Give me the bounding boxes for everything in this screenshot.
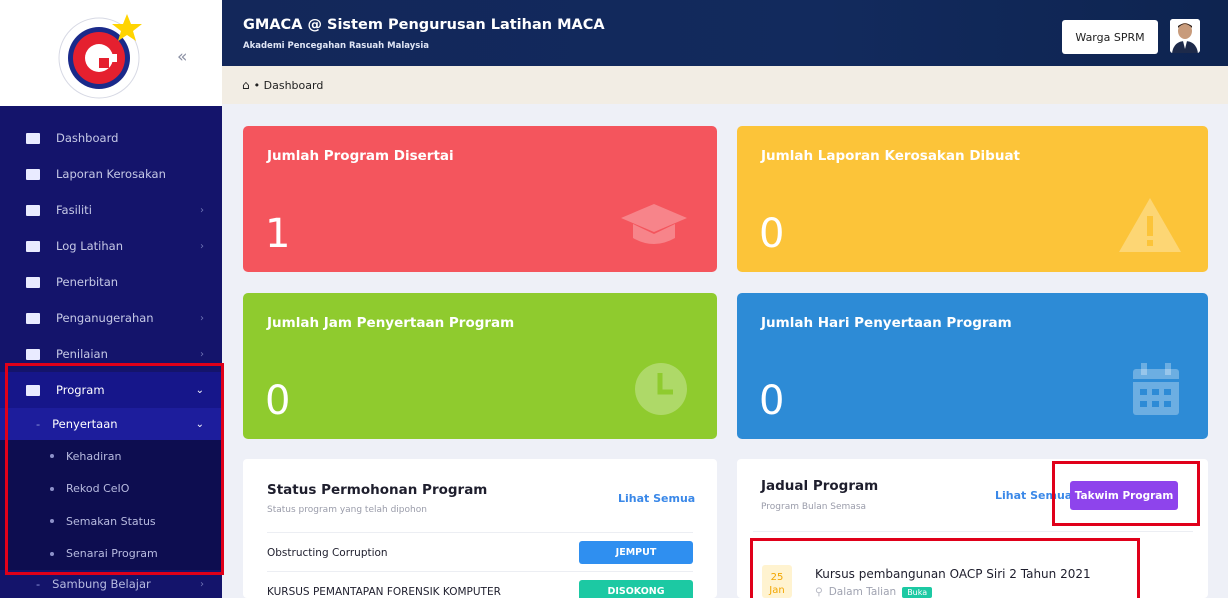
logo-area: « xyxy=(0,0,222,106)
sidebar-item-label: Dashboard xyxy=(56,131,119,145)
sidebar-item-penilaian[interactable]: Penilaian › xyxy=(0,336,222,372)
home-icon[interactable]: ⌂ xyxy=(242,78,250,92)
sidebar-subsubitem-label: Senarai Program xyxy=(66,547,158,561)
event-status-badge: Buka xyxy=(902,586,933,598)
sidebar-subsubitem-rekod-ceio[interactable]: Rekod CeIO xyxy=(0,472,222,505)
sidebar-item-label: Laporan Kerosakan xyxy=(56,167,166,181)
program-name: Obstructing Corruption xyxy=(267,547,388,559)
takwim-program-button[interactable]: Takwim Program xyxy=(1070,481,1178,510)
calendar-icon xyxy=(1133,363,1179,415)
table-row: KURSUS PEMANTAPAN FORENSIK KOMPUTER DISO… xyxy=(267,571,693,598)
avatar[interactable] xyxy=(1170,19,1200,53)
chevron-right-icon: › xyxy=(200,348,204,360)
stat-label: Jumlah Program Disertai xyxy=(267,148,454,164)
stat-value: 0 xyxy=(759,211,785,257)
status-badge: DISOKONG xyxy=(579,580,693,598)
panel-subtitle: Status program yang telah dipohon xyxy=(267,505,427,515)
bullet-icon xyxy=(50,519,54,524)
app-subtitle: Akademi Pencegahan Rasuah Malaysia xyxy=(243,41,429,51)
breadcrumb-current: Dashboard xyxy=(263,78,324,92)
folder-icon xyxy=(26,276,40,288)
event-month: Jan xyxy=(769,585,785,596)
collapse-sidebar-icon[interactable]: « xyxy=(177,47,187,67)
sidebar-item-penganugerahan[interactable]: Penganugerahan › xyxy=(0,300,222,336)
report-icon xyxy=(26,168,40,180)
sidebar-item-label: Log Latihan xyxy=(56,239,123,253)
user-button[interactable]: Warga SPRM xyxy=(1062,20,1158,54)
event-meta: ⚲ Dalam Talian Buka xyxy=(815,586,933,598)
event-date: 25 Jan xyxy=(762,565,792,598)
status-permohonan-panel: Status Permohonan Program Status program… xyxy=(243,459,717,598)
building-icon xyxy=(26,204,40,216)
maca-logo xyxy=(58,14,142,99)
dashboard-icon xyxy=(26,132,40,144)
chevron-right-icon: › xyxy=(200,240,204,252)
table-row: Obstructing Corruption JEMPUT xyxy=(267,532,693,571)
sidebar-subsubitem-semakan-status[interactable]: Semakan Status xyxy=(0,505,222,538)
stat-label: Jumlah Jam Penyertaan Program xyxy=(267,315,515,331)
users-icon xyxy=(26,312,40,324)
sidebar-item-fasiliti[interactable]: Fasiliti › xyxy=(0,192,222,228)
event-location: Dalam Talian xyxy=(828,586,897,598)
lihat-semua-link[interactable]: Lihat Semua xyxy=(995,489,1072,502)
event-title[interactable]: Kursus pembangunan OACP Siri 2 Tahun 202… xyxy=(815,567,1091,581)
chevron-right-icon: › xyxy=(200,578,204,590)
stat-value: 1 xyxy=(265,211,291,257)
sidebar-item-dashboard[interactable]: Dashboard xyxy=(0,120,222,156)
stat-label: Jumlah Hari Penyertaan Program xyxy=(761,315,1012,331)
clock-icon xyxy=(635,363,687,415)
chevron-down-icon: ⌄ xyxy=(195,418,204,430)
sidebar-item-label: Penilaian xyxy=(56,347,108,361)
sidebar-subsubitem-kehadiran[interactable]: Kehadiran xyxy=(0,440,222,473)
chevron-down-icon: ⌄ xyxy=(195,384,204,396)
panel-subtitle: Program Bulan Semasa xyxy=(761,502,867,512)
bullet-icon xyxy=(50,551,54,556)
chevron-right-icon: › xyxy=(200,312,204,324)
folder-icon xyxy=(26,348,40,360)
panel-title: Status Permohonan Program xyxy=(267,482,488,498)
stat-card-hari-penyertaan: Jumlah Hari Penyertaan Program 0 xyxy=(737,293,1208,439)
user-photo-icon xyxy=(1170,19,1200,53)
sidebar-item-log-latihan[interactable]: Log Latihan › xyxy=(0,228,222,264)
app-title: GMACA @ Sistem Pengurusan Latihan MACA xyxy=(243,17,605,33)
panel-title: Jadual Program xyxy=(761,478,879,494)
sidebar: « Dashboard Laporan Kerosakan Fasiliti ›… xyxy=(0,0,222,598)
graduation-cap-icon xyxy=(621,204,687,244)
location-pin-icon: ⚲ xyxy=(815,586,823,598)
sidebar-subitem-label: Sambung Belajar xyxy=(52,577,151,591)
sidebar-subitem-sambung-belajar[interactable]: - Sambung Belajar › xyxy=(0,570,222,598)
chevron-right-icon: › xyxy=(200,204,204,216)
sidebar-item-program[interactable]: Program ⌄ xyxy=(0,372,222,408)
program-name: KURSUS PEMANTAPAN FORENSIK KOMPUTER xyxy=(267,586,501,598)
sidebar-item-label: Penganugerahan xyxy=(56,311,154,325)
sidebar-subitem-penyertaan[interactable]: - Penyertaan ⌄ xyxy=(0,408,222,440)
sidebar-item-label: Fasiliti xyxy=(56,203,92,217)
sidebar-subsubitem-senarai-program[interactable]: Senarai Program xyxy=(0,537,222,570)
bullet-icon xyxy=(50,486,54,491)
sidebar-subsubitem-label: Kehadiran xyxy=(66,449,122,463)
file-icon xyxy=(26,384,40,396)
sidebar-subitem-label: Penyertaan xyxy=(52,417,118,431)
stat-card-jam-penyertaan: Jumlah Jam Penyertaan Program 0 xyxy=(243,293,717,439)
event-day: 25 xyxy=(770,572,784,583)
sidebar-item-label: Penerbitan xyxy=(56,275,119,289)
stat-label: Jumlah Laporan Kerosakan Dibuat xyxy=(761,148,1021,164)
stat-card-laporan-kerosakan: Jumlah Laporan Kerosakan Dibuat 0 xyxy=(737,126,1208,272)
bullet-icon xyxy=(50,454,54,459)
stat-card-program-disertai: Jumlah Program Disertai 1 xyxy=(243,126,717,272)
folder-icon xyxy=(26,240,40,252)
sidebar-subsubitem-label: Semakan Status xyxy=(66,514,156,528)
status-badge: JEMPUT xyxy=(579,541,693,564)
sidebar-item-penerbitan[interactable]: Penerbitan xyxy=(0,264,222,300)
sidebar-item-label: Program xyxy=(56,383,105,397)
warning-icon xyxy=(1119,198,1181,252)
stat-value: 0 xyxy=(759,378,785,424)
top-header: GMACA @ Sistem Pengurusan Latihan MACA A… xyxy=(222,0,1228,66)
breadcrumb: ⌂ • Dashboard xyxy=(222,66,1228,104)
sidebar-menu: Dashboard Laporan Kerosakan Fasiliti › L… xyxy=(0,120,222,598)
sidebar-item-laporan-kerosakan[interactable]: Laporan Kerosakan xyxy=(0,156,222,192)
stat-value: 0 xyxy=(265,378,291,424)
sidebar-subsubitem-label: Rekod CeIO xyxy=(66,482,130,496)
lihat-semua-link[interactable]: Lihat Semua xyxy=(618,492,695,505)
